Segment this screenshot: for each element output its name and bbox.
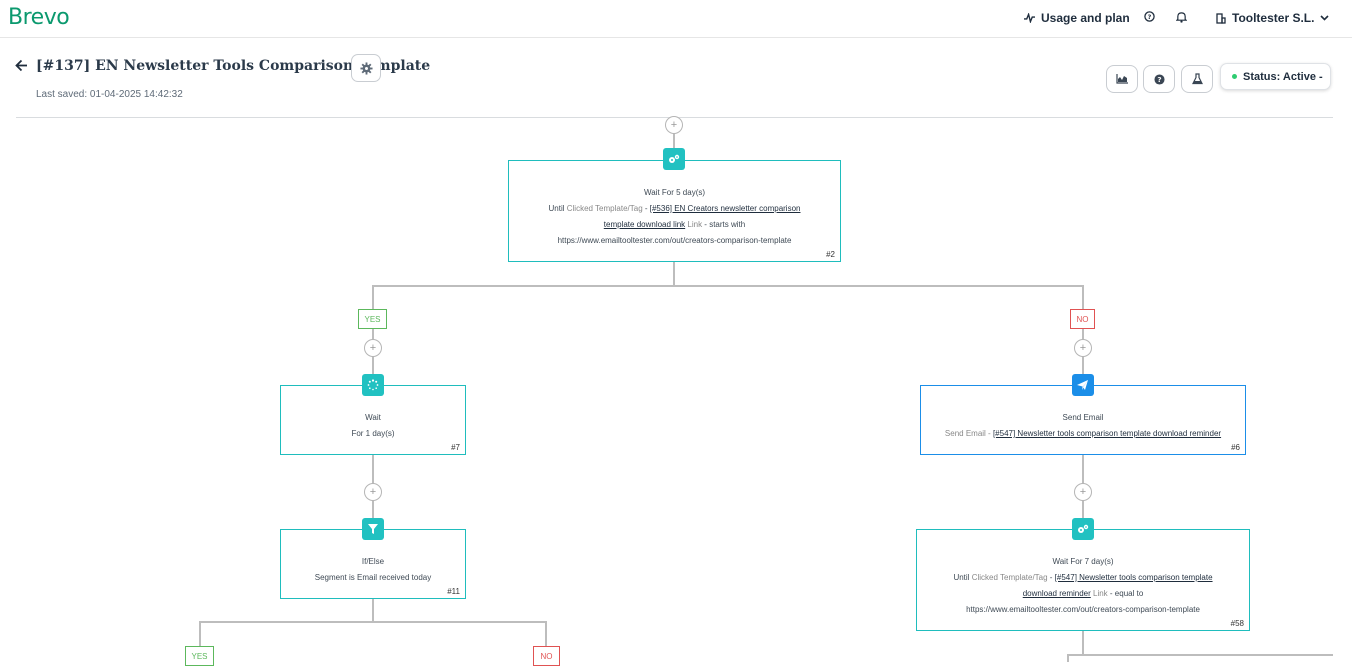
- step-id: #2: [826, 250, 835, 259]
- top-navigation-bar: Brevo Usage and plan ? Tooltester S.L.: [0, 0, 1352, 38]
- yes-branch-label: YES: [185, 646, 214, 666]
- active-status-dot: [1232, 74, 1237, 79]
- gear-icon: [359, 61, 373, 75]
- help-icon: ?: [1144, 11, 1155, 22]
- add-step-button[interactable]: +: [1074, 483, 1092, 501]
- gears-icon: [669, 154, 680, 163]
- status-label: Status: Active -: [1243, 70, 1323, 83]
- template-link-cont[interactable]: download reminder: [1023, 589, 1091, 598]
- connector-line: [1082, 631, 1084, 656]
- template-link[interactable]: [#547] Newsletter tools comparison templ…: [1055, 573, 1213, 582]
- status-dropdown[interactable]: Status: Active -: [1220, 63, 1331, 90]
- step-condition-cont: template download link Link - starts wit…: [603, 220, 746, 229]
- reports-button[interactable]: [1106, 65, 1138, 93]
- no-branch-label: NO: [1070, 309, 1095, 329]
- send-email-badge: [1072, 374, 1094, 396]
- add-step-button[interactable]: +: [364, 483, 382, 501]
- paper-plane-icon: [1077, 379, 1088, 390]
- help-center-button[interactable]: ?: [1143, 65, 1175, 93]
- step-id: #58: [1230, 619, 1244, 628]
- step-detail: Send Email - [#547] Newsletter tools com…: [944, 429, 1222, 438]
- branch-line: [199, 621, 547, 623]
- wait-until-badge: [663, 148, 685, 170]
- spinner-icon: [367, 379, 379, 391]
- chevron-down-icon: [1320, 15, 1330, 21]
- add-step-button[interactable]: +: [1074, 339, 1092, 357]
- test-workflow-button[interactable]: [1181, 65, 1213, 93]
- account-name: Tooltester S.L.: [1232, 11, 1315, 25]
- account-menu[interactable]: Tooltester S.L.: [1216, 11, 1330, 25]
- connector-line: [372, 599, 374, 622]
- connector-line: [1067, 654, 1069, 662]
- connector-line: [372, 285, 374, 386]
- wait-until-step-2[interactable]: Wait For 5 day(s) Until Clicked Template…: [508, 160, 841, 262]
- email-link[interactable]: [#547] Newsletter tools comparison templ…: [993, 429, 1221, 438]
- yes-branch-label: YES: [358, 309, 387, 329]
- step-url: https://www.emailtooltester.com/out/crea…: [966, 605, 1200, 614]
- branch-line: [1067, 654, 1333, 656]
- back-button[interactable]: [15, 59, 28, 77]
- usage-and-plan-link[interactable]: Usage and plan: [1024, 11, 1130, 25]
- if-else-badge: [362, 518, 384, 540]
- connector-line: [1082, 285, 1084, 386]
- step-title: Wait For 7 day(s): [1052, 557, 1114, 566]
- brevo-logo[interactable]: Brevo: [8, 5, 70, 30]
- activity-icon: [1024, 13, 1035, 23]
- step-condition: Until Clicked Template/Tag - [#536] EN C…: [548, 204, 801, 213]
- step-title: Send Email: [1062, 413, 1104, 422]
- no-branch-label: NO: [533, 646, 560, 666]
- step-id: #6: [1231, 443, 1240, 452]
- bell-icon: [1176, 12, 1187, 23]
- last-saved-text: Last saved: 01-04-2025 14:42:32: [36, 89, 183, 100]
- flask-icon: [1191, 73, 1203, 85]
- step-title: If/Else: [361, 557, 385, 566]
- step-url: https://www.emailtooltester.com/out/crea…: [557, 236, 792, 245]
- help-button[interactable]: ?: [1144, 11, 1155, 22]
- gears-icon: [1078, 524, 1089, 533]
- workflow-settings-button[interactable]: [351, 54, 381, 82]
- usage-and-plan-label: Usage and plan: [1041, 11, 1130, 25]
- wait-until-step-58[interactable]: Wait For 7 day(s) Until Clicked Template…: [916, 529, 1250, 631]
- step-condition: Until Clicked Template/Tag - [#547] News…: [953, 573, 1213, 582]
- template-link[interactable]: [#536] EN Creators newsletter comparison: [650, 204, 801, 213]
- template-link-cont[interactable]: template download link: [604, 220, 685, 229]
- building-icon: [1216, 12, 1226, 24]
- arrow-left-icon: [15, 59, 27, 72]
- wait-until-badge: [1072, 518, 1094, 540]
- step-id: #11: [447, 587, 460, 596]
- svg-text:?: ?: [1148, 13, 1152, 21]
- add-step-button[interactable]: +: [665, 116, 683, 134]
- step-title: Wait For 5 day(s): [643, 188, 706, 197]
- step-detail: Segment is Email received today: [314, 573, 432, 582]
- step-title: Wait: [365, 413, 381, 422]
- chart-icon: [1116, 74, 1128, 84]
- add-step-button[interactable]: +: [364, 339, 382, 357]
- notifications-button[interactable]: [1176, 11, 1187, 23]
- branch-line: [372, 285, 1084, 287]
- connector-line: [673, 262, 675, 286]
- step-id: #7: [451, 443, 460, 452]
- filter-icon: [368, 524, 378, 534]
- help-icon: ?: [1153, 73, 1165, 85]
- wait-badge: [362, 374, 384, 396]
- step-detail: For 1 day(s): [351, 429, 395, 438]
- svg-text:?: ?: [1157, 74, 1161, 83]
- step-condition-cont: download reminder Link - equal to: [1022, 589, 1144, 598]
